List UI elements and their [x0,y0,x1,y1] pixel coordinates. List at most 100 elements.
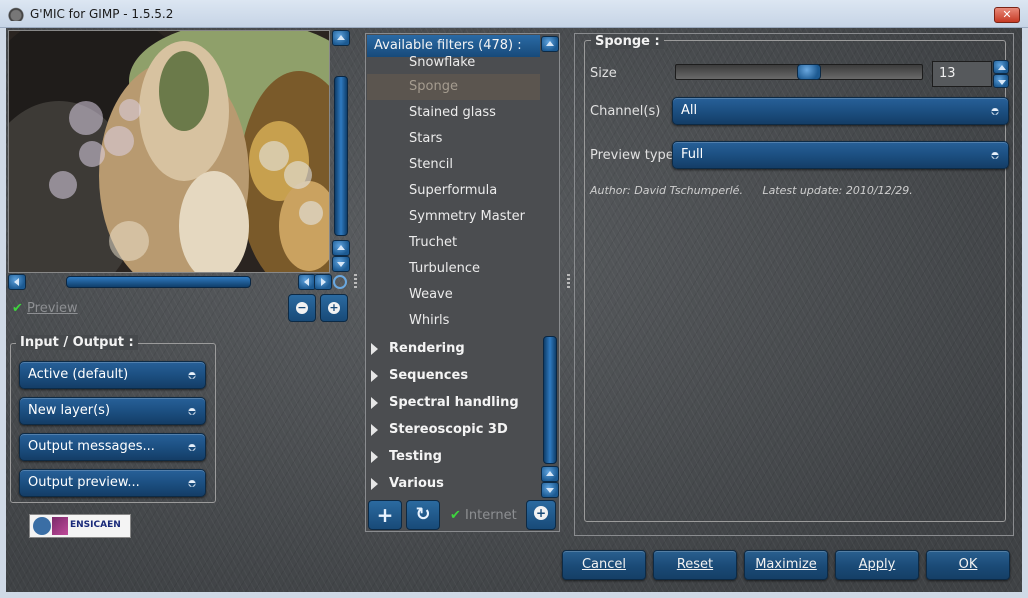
output-mode-value: New layer(s) [28,403,111,418]
preview-checkbox[interactable]: ✔ Preview [12,301,78,316]
category-stereoscopic-3d[interactable]: Stereoscopic 3D [367,416,540,443]
update-text: Latest update: 2010/12/29. [762,184,913,197]
preview-type-select[interactable]: Full [672,141,1009,169]
preview-horizontal-scroll-thumb[interactable] [66,276,251,288]
zoom-in-button[interactable]: + [320,294,348,322]
expand-triangle-icon [371,424,378,436]
apply-button[interactable]: Apply [835,550,919,580]
filters-tree[interactable]: Available filters (478) : Snowflake Spon… [365,33,560,532]
size-slider-knob[interactable] [797,64,821,80]
output-messages-value: Output messages... [28,439,155,454]
filter-item[interactable]: Turbulence [367,256,540,282]
input-layers-select[interactable]: Active (default) [19,361,206,389]
channels-label: Channel(s) [590,104,661,119]
logo-circle-icon [33,517,51,535]
chevron-down-icon [989,108,1001,115]
dialog-client-area: ✔ Preview − + Input / Output : Active (d… [6,28,1022,592]
expand-triangle-icon [371,478,378,490]
panel-splitter-grip[interactable] [567,274,570,288]
size-decrement-button[interactable] [993,74,1009,88]
filter-item[interactable]: Superformula [367,178,540,204]
output-messages-select[interactable]: Output messages... [19,433,206,461]
add-filter-button[interactable]: + [368,500,402,530]
preview-checkbox-label: Preview [27,301,78,316]
logo-badge-icon [52,517,68,535]
category-label: Sequences [389,368,469,383]
filter-item[interactable]: Stencil [367,152,540,178]
preview-scroll-up-button[interactable] [332,30,350,46]
filter-item[interactable]: Snowflake [367,52,540,74]
category-testing[interactable]: Testing [367,443,540,470]
filters-scroll-down-button[interactable] [541,482,559,498]
chevron-down-icon [186,372,198,379]
add-filter-source-button[interactable] [526,500,556,530]
output-mode-select[interactable]: New layer(s) [19,397,206,425]
zoom-out-button[interactable]: − [288,294,316,322]
preview-type-value: Full [681,147,704,162]
author-note: Author: David Tschumperlé. Latest update… [590,184,913,197]
preview-check-icon: ✔ [12,301,23,316]
filters-scroll-up-button[interactable] [541,36,559,52]
category-spectral-handling[interactable]: Spectral handling [367,389,540,416]
output-preview-select[interactable]: Output preview... [19,469,206,497]
ok-button[interactable]: OK [926,550,1010,580]
category-label: Rendering [389,341,465,356]
logo-text: ENSICAEN [70,520,121,530]
expand-triangle-icon [371,397,378,409]
filters-scroll-up-button-2[interactable] [541,466,559,482]
category-various[interactable]: Various [367,470,540,497]
size-increment-button[interactable] [993,60,1009,74]
category-rendering[interactable]: Rendering [367,335,540,362]
channels-select[interactable]: All [672,97,1009,125]
chevron-down-icon [186,444,198,451]
filter-item[interactable]: Truchet [367,230,540,256]
internet-checkbox[interactable]: ✔ Internet [450,508,517,523]
preview-type-label: Preview type [590,148,674,163]
chevron-down-icon [186,480,198,487]
expand-triangle-icon [371,451,378,463]
size-label: Size [590,66,617,81]
filter-item-selected[interactable]: Sponge [367,74,540,100]
size-input[interactable]: 13 [932,61,992,87]
reset-button[interactable]: Reset [653,550,737,580]
title-bar: G'MIC for GIMP - 1.5.5.2 ✕ [0,0,1028,28]
filter-item[interactable]: Symmetry Master [367,204,540,230]
category-label: Various [389,476,444,491]
refresh-filters-button[interactable]: ↻ [406,500,440,530]
gmic-app-icon [8,7,24,21]
cancel-button[interactable]: Cancel [562,550,646,580]
preview-vertical-scroll-thumb[interactable] [334,76,348,236]
input-layers-value: Active (default) [28,367,129,382]
output-preview-value: Output preview... [28,475,140,490]
category-label: Testing [389,449,442,464]
ensicaen-logo[interactable]: ENSICAEN [29,514,131,538]
category-sequences[interactable]: Sequences [367,362,540,389]
preview-image [8,30,330,273]
filter-item[interactable]: Weave [367,282,540,308]
preview-scroll-up-button-2[interactable] [332,240,350,256]
maximize-button[interactable]: Maximize [744,550,828,580]
window-title: G'MIC for GIMP - 1.5.5.2 [30,7,174,21]
filter-item[interactable]: Stars [367,126,540,152]
channels-value: All [681,103,698,118]
input-output-group-title: Input / Output : [16,335,138,350]
preview-scroll-left-button[interactable] [8,274,26,290]
chevron-down-icon [186,408,198,415]
internet-check-icon: ✔ [450,508,461,523]
close-window-button[interactable]: ✕ [994,7,1020,23]
expand-triangle-icon [371,370,378,382]
filters-scroll-thumb[interactable] [543,336,557,464]
preview-scroll-right-button[interactable] [314,274,332,290]
filter-item[interactable]: Whirls [367,308,540,334]
zoom-in-icon: + [328,301,340,314]
filter-title: Sponge : [591,34,664,49]
chevron-down-icon [989,152,1001,159]
preview-splitter-grip[interactable] [354,274,357,288]
zoom-out-icon: − [296,301,308,314]
preview-corner-icon [333,275,347,289]
expand-triangle-icon [371,343,378,355]
filter-parameters-panel: Sponge : Size 13 Channel(s) All Preview … [574,33,1014,536]
preview-scroll-down-button[interactable] [332,256,350,272]
category-label: Spectral handling [389,395,519,410]
filter-item[interactable]: Stained glass [367,100,540,126]
